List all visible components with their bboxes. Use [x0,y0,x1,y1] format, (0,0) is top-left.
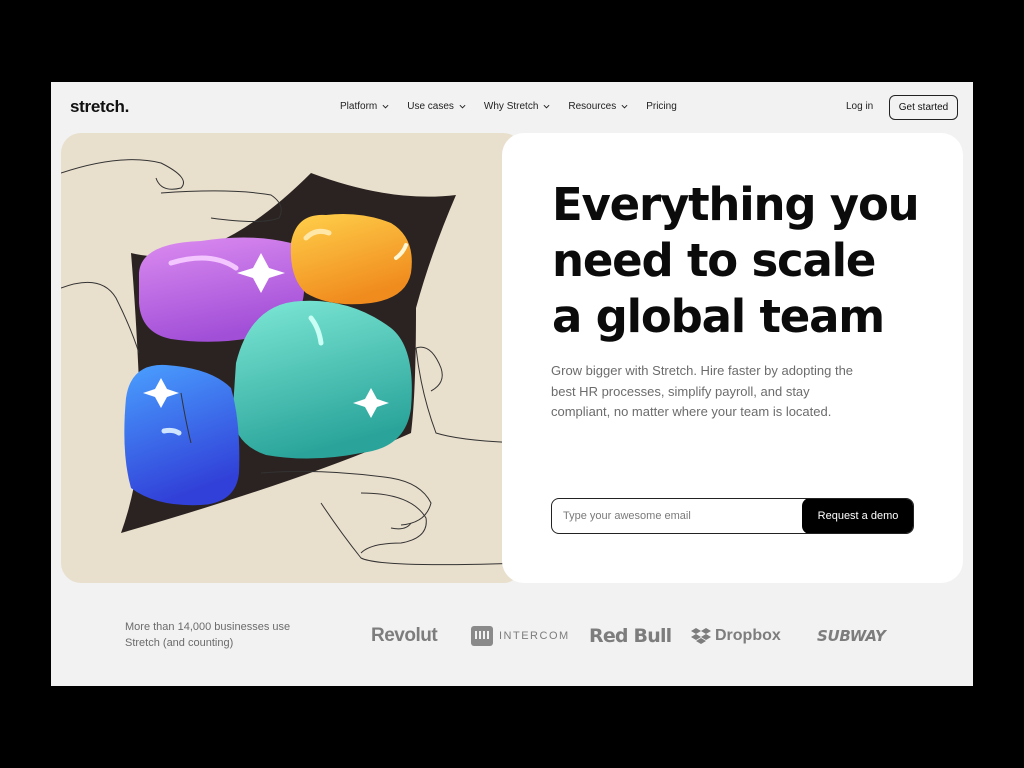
request-demo-button[interactable]: Request a demo [802,499,913,533]
nav-item-resources[interactable]: Resources [568,101,628,112]
nav-item-label: Why Stretch [483,101,539,112]
nav-item-label: Resources [568,101,617,112]
hero-card: Everything you need to scale a global te… [502,133,963,583]
nav-item-label: Pricing [646,101,677,112]
hero-title: Everything you need to scale a global te… [552,177,952,345]
intercom-wordmark: INTERCOM [499,630,570,642]
hero-title-line: need to scale [552,234,876,287]
hands-framing-blobs-illustration [61,159,523,566]
dropbox-icon [691,627,711,644]
main-menu: Platform Use cases Why Stretch Resources… [340,101,695,112]
nav-item-label: Platform [340,101,378,112]
intercom-icon [471,626,493,646]
nav-item-label: Use cases [407,101,454,112]
hero-subtitle: Grow bigger with Stretch. Hire faster by… [551,363,854,419]
redbull-logo: Red Bull [589,625,672,647]
stretch-logo[interactable]: stretch. [70,97,129,117]
revolut-logo: Revolut [371,625,438,646]
nav-item-why-stretch[interactable]: Why Stretch [484,101,550,112]
chevron-down-icon [459,104,466,109]
dropbox-logo: Dropbox [691,627,781,645]
nav-item-pricing[interactable]: Pricing [646,101,677,112]
dropbox-wordmark: Dropbox [715,627,781,644]
nav-item-use-cases[interactable]: Use cases [407,101,466,112]
hero-title-line: Everything you [552,178,920,231]
chevron-down-icon [621,104,628,109]
page-frame: stretch. Platform Use cases Why Stretch … [51,82,973,686]
chevron-down-icon [382,104,389,109]
intercom-logo: INTERCOM [471,626,570,646]
hero-illustration [61,133,523,583]
hero-title-line: a global team [552,290,885,343]
top-nav: stretch. Platform Use cases Why Stretch … [51,82,973,134]
chevron-down-icon [543,104,550,109]
nav-item-platform[interactable]: Platform [340,101,389,112]
subway-logo: SUBWAY [817,627,886,645]
demo-request-form: Request a demo [551,498,914,534]
login-link[interactable]: Log in [846,101,873,112]
get-started-button[interactable]: Get started [889,95,958,120]
email-input[interactable] [552,499,804,533]
trust-statement: More than 14,000 businesses use Stretch … [125,621,291,649]
